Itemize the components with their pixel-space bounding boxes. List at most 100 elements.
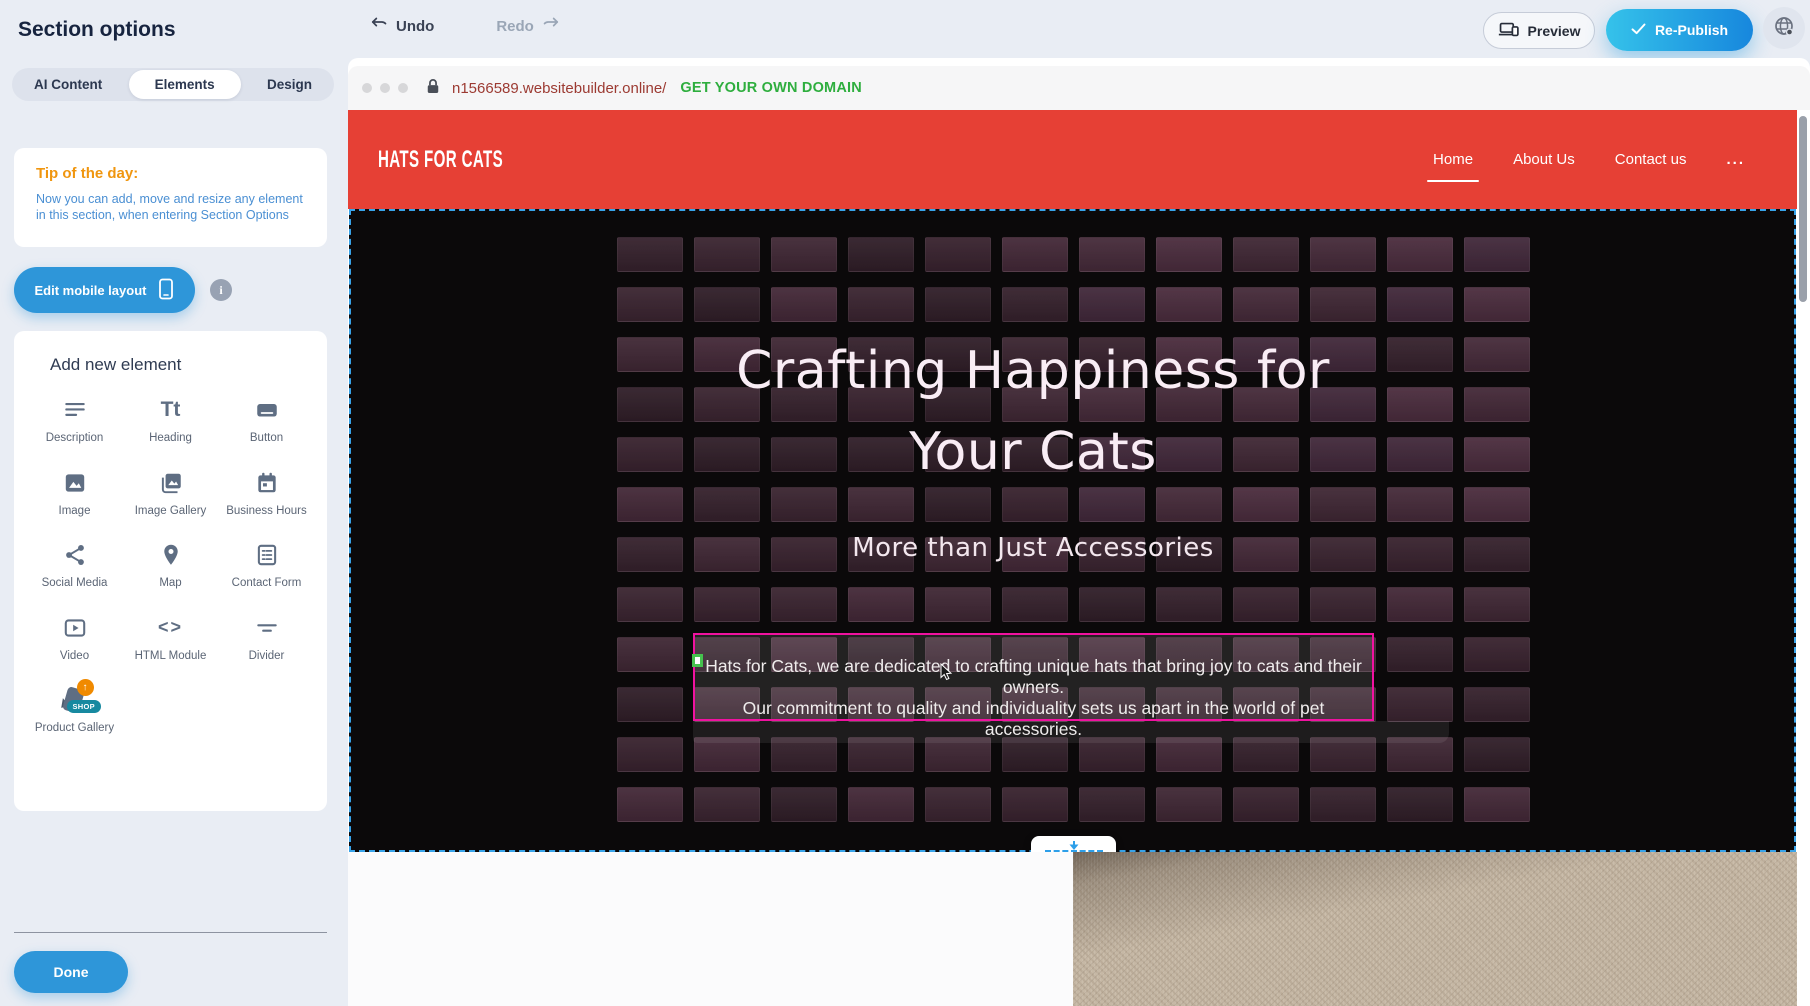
hero-section[interactable]: Crafting Happiness for Your Cats More th… — [349, 209, 1796, 852]
panel-divider — [14, 932, 327, 933]
map-icon — [154, 540, 188, 570]
wall-tile — [925, 237, 991, 272]
preview-label: Preview — [1528, 23, 1581, 39]
wall-tile — [617, 637, 683, 672]
add-element-card: Add new element Description Tt Heading B… — [14, 331, 327, 811]
done-button[interactable]: Done — [14, 951, 128, 993]
next-section-image[interactable] — [1073, 852, 1797, 1006]
wall-tile — [848, 587, 914, 622]
undo-label: Undo — [396, 18, 434, 35]
undo-icon — [370, 16, 389, 36]
wall-tile — [1464, 787, 1530, 822]
element-heading[interactable]: Tt Heading — [127, 395, 215, 446]
element-description[interactable]: Description — [31, 395, 119, 446]
wall-tile — [771, 787, 837, 822]
tip-title: Tip of the day: — [36, 165, 305, 182]
nav-home[interactable]: Home — [1431, 145, 1475, 174]
element-html-module[interactable]: <> HTML Module — [127, 613, 215, 664]
window-dot-icon — [398, 83, 408, 93]
wall-tile — [1156, 587, 1222, 622]
wall-tile — [694, 587, 760, 622]
wall-tile — [848, 787, 914, 822]
info-icon[interactable]: i — [210, 279, 232, 301]
resize-handle-left[interactable] — [692, 654, 703, 667]
globe-icon — [1772, 14, 1796, 43]
wall-tile — [1387, 537, 1453, 572]
element-image[interactable]: Image — [31, 468, 119, 519]
wall-tile — [1464, 237, 1530, 272]
product-gallery-icon: ↑ SHOP — [58, 685, 92, 715]
tab-elements[interactable]: Elements — [129, 70, 241, 99]
element-map[interactable]: Map — [127, 540, 215, 591]
element-divider[interactable]: Divider — [223, 613, 311, 664]
wall-tile — [694, 287, 760, 322]
wall-tile — [1387, 337, 1453, 372]
upgrade-arrow-badge: ↑ — [77, 679, 94, 696]
undo-button[interactable]: Undo — [370, 16, 434, 36]
wall-tile — [1387, 487, 1453, 522]
wall-tile — [617, 537, 683, 572]
republish-button[interactable]: Re-Publish — [1606, 9, 1753, 51]
wall-tile — [1079, 237, 1145, 272]
html-module-icon: <> — [154, 613, 188, 643]
nav-contact-us[interactable]: Contact us — [1613, 145, 1689, 174]
preview-button[interactable]: Preview — [1483, 12, 1595, 49]
wall-tile — [617, 387, 683, 422]
contact-form-icon — [250, 540, 284, 570]
wall-tile — [1156, 287, 1222, 322]
next-section-left[interactable] — [348, 852, 1073, 1006]
hero-subheading[interactable]: More than Just Accessories — [678, 533, 1388, 563]
language-button[interactable] — [1763, 7, 1805, 49]
wall-tile — [617, 237, 683, 272]
wall-tile — [1464, 737, 1530, 772]
redo-button[interactable]: Redo — [496, 16, 560, 36]
wall-tile — [1464, 687, 1530, 722]
social-media-icon — [58, 540, 92, 570]
edit-mobile-layout-button[interactable]: Edit mobile layout — [14, 267, 195, 313]
tab-design[interactable]: Design — [251, 70, 328, 99]
element-image-gallery[interactable]: Image Gallery — [127, 468, 215, 519]
wall-tile — [1387, 637, 1453, 672]
wall-tile — [848, 237, 914, 272]
wall-tile — [1079, 587, 1145, 622]
redo-icon — [541, 16, 560, 36]
wall-tile — [1079, 287, 1145, 322]
element-contact-form[interactable]: Contact Form — [223, 540, 311, 591]
wall-tile — [1464, 537, 1530, 572]
wall-tile — [617, 337, 683, 372]
element-button[interactable]: Button — [223, 395, 311, 446]
wall-tile — [1464, 387, 1530, 422]
window-dot-icon — [362, 83, 372, 93]
hero-heading[interactable]: Crafting Happiness for Your Cats — [678, 331, 1388, 493]
wall-tile — [1079, 787, 1145, 822]
wall-tile — [1233, 237, 1299, 272]
site-logo[interactable]: HATS FOR CATS — [378, 146, 503, 174]
phone-icon — [158, 278, 174, 303]
wall-tile — [1156, 787, 1222, 822]
button-icon — [250, 395, 284, 425]
nav-more-button[interactable]: ... — [1724, 145, 1747, 174]
site-header: HATS FOR CATS Home About Us Contact us .… — [348, 110, 1797, 209]
wall-tile — [1233, 587, 1299, 622]
panel-tabs: AI Content Elements Design — [12, 68, 334, 101]
get-domain-link[interactable]: GET YOUR OWN DOMAIN — [680, 80, 862, 96]
wall-tile — [1002, 287, 1068, 322]
canvas-scrollbar[interactable] — [1799, 116, 1807, 302]
heading-icon: Tt — [154, 395, 188, 425]
nav-about-us[interactable]: About Us — [1511, 145, 1577, 174]
wall-tile — [1464, 337, 1530, 372]
selected-paragraph[interactable]: Hats for Cats, we are dedicated to craft… — [693, 633, 1374, 721]
wall-tile — [1387, 437, 1453, 472]
arrow-down-icon — [1067, 841, 1081, 850]
element-business-hours[interactable]: Business Hours — [223, 468, 311, 519]
wall-tile — [617, 287, 683, 322]
element-video[interactable]: Video — [31, 613, 119, 664]
wall-tile — [1156, 237, 1222, 272]
site-url[interactable]: n1566589.websitebuilder.online/ — [452, 80, 666, 97]
wall-tile — [1310, 787, 1376, 822]
element-product-gallery[interactable]: ↑ SHOP Product Gallery — [31, 685, 119, 736]
element-social-media[interactable]: Social Media — [31, 540, 119, 591]
image-gallery-icon — [154, 468, 188, 498]
tab-ai-content[interactable]: AI Content — [18, 70, 118, 99]
lock-icon — [426, 78, 440, 99]
